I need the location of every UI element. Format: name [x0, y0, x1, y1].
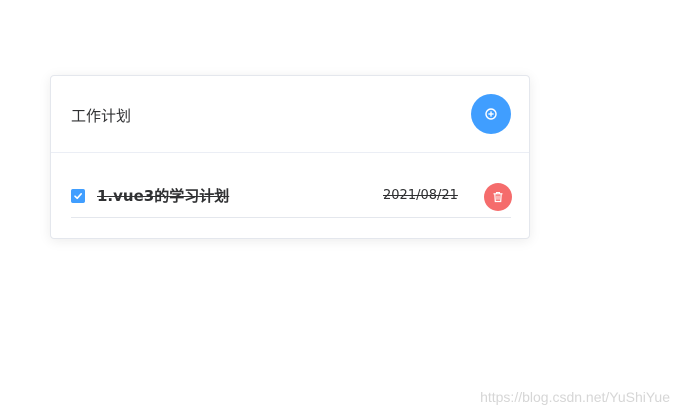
todo-checkbox[interactable] — [71, 189, 85, 203]
page: 工作计划 1.vue3的学习计划 2021/08/21 https://blog… — [0, 0, 680, 414]
todo-text: 1.vue3的学习计划 — [97, 187, 230, 205]
trash-icon — [493, 191, 503, 203]
add-todo-button[interactable] — [471, 94, 511, 134]
todo-item: 1.vue3的学习计划 2021/08/21 — [71, 176, 512, 218]
todo-card: 工作计划 1.vue3的学习计划 2021/08/21 — [50, 75, 530, 239]
watermark: https://blog.csdn.net/YuShiYue — [480, 389, 670, 405]
delete-todo-button[interactable] — [484, 183, 512, 211]
card-header: 工作计划 — [51, 76, 529, 153]
card-title: 工作计划 — [71, 107, 132, 125]
plus-circle-icon — [485, 108, 497, 120]
check-icon — [74, 192, 82, 200]
todo-date: 2021/08/21 — [383, 188, 458, 203]
